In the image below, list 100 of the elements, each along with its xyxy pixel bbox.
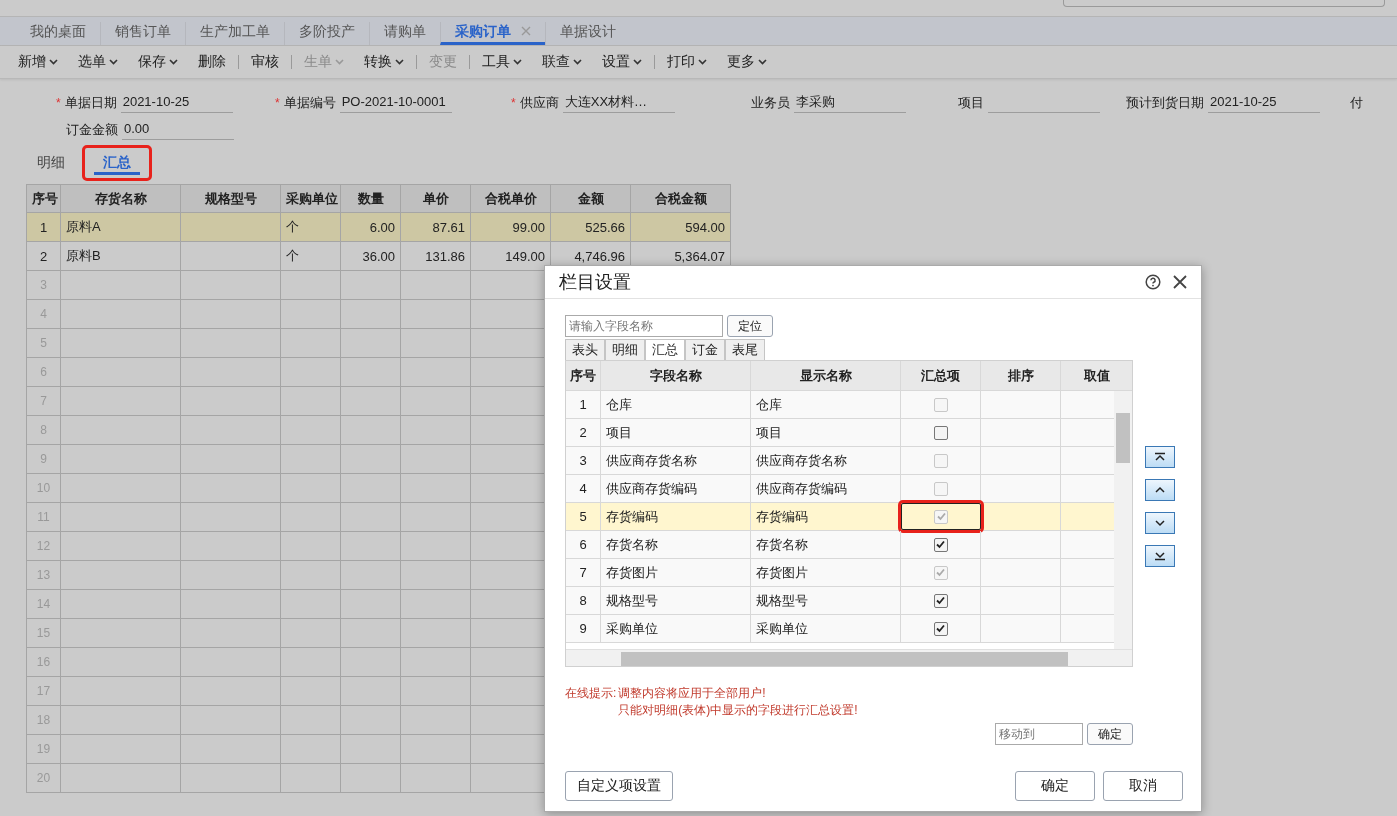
move-down-button[interactable] <box>1145 512 1175 534</box>
ok-button[interactable]: 确定 <box>1015 771 1095 801</box>
input-field[interactable]: 2021-10-25 <box>1208 92 1320 113</box>
input-field[interactable]: 2021-10-25 <box>120 92 233 113</box>
field-label: 单据日期 <box>64 93 117 112</box>
field-label: 供应商 <box>519 93 559 112</box>
caret-icon <box>573 59 582 65</box>
table-cell: 项目 <box>601 419 751 446</box>
move-top-button[interactable] <box>1145 446 1175 468</box>
section-tab[interactable]: 明细 <box>26 145 76 181</box>
column-header: 合税金额 <box>630 184 731 213</box>
field-label: 业务员 <box>750 93 790 112</box>
toolbar-button[interactable]: 转换 <box>364 53 404 71</box>
move-up-button[interactable] <box>1145 479 1175 501</box>
table-cell: 项目 <box>751 419 901 446</box>
help-icon[interactable] <box>1145 274 1161 290</box>
row-number: 9 <box>566 615 601 642</box>
row-number: 1 <box>26 212 61 242</box>
input-field[interactable]: 李采购 <box>793 92 906 113</box>
chevron-down-icon <box>1153 518 1167 528</box>
page-tab[interactable]: 我的桌面 <box>18 22 100 45</box>
table-cell: 87.61 <box>400 212 471 242</box>
column-header: 取值 <box>1082 366 1111 385</box>
table-cell: 仓库 <box>601 391 751 418</box>
caret-icon <box>633 59 642 65</box>
page-tab[interactable]: 单据设计 <box>545 22 630 45</box>
page-tab[interactable]: 销售订单 <box>100 22 185 45</box>
toolbar-button[interactable]: 打印 <box>667 53 707 71</box>
cancel-button[interactable]: 取消 <box>1103 771 1183 801</box>
input-field[interactable]: 0.00 <box>122 119 234 140</box>
page-tab[interactable]: 生产加工单 <box>185 22 284 45</box>
settings-tab[interactable]: 汇总 <box>645 339 685 360</box>
confirm-move-button[interactable]: 确定 <box>1087 723 1133 745</box>
settings-tab[interactable]: 订金 <box>685 339 725 360</box>
table-cell: 原料B <box>60 241 181 271</box>
move-to-field[interactable]: 移动到 <box>995 723 1083 745</box>
required-asterisk: * <box>275 95 280 110</box>
toolbar-button[interactable]: 设置 <box>602 53 642 71</box>
table-cell: 99.00 <box>470 212 551 242</box>
move-bottom-button[interactable] <box>1145 545 1175 567</box>
input-field[interactable]: 大连XX材料… <box>562 92 675 113</box>
column-header: 单价 <box>400 184 471 213</box>
close-icon[interactable] <box>1173 275 1187 289</box>
section-tab[interactable]: 汇总 <box>82 145 152 181</box>
checkbox[interactable] <box>933 537 948 552</box>
table-cell: 规格型号 <box>751 587 901 614</box>
table-cell: 存货图片 <box>601 559 751 586</box>
table-cell: 存货编码 <box>751 503 901 530</box>
search-field[interactable] <box>1063 0 1385 7</box>
caret-icon <box>513 59 522 65</box>
locate-button[interactable]: 定位 <box>727 315 773 337</box>
checkbox[interactable] <box>933 425 948 440</box>
column-header: 规格型号 <box>180 184 281 213</box>
page-tab[interactable]: 请购单 <box>369 22 440 45</box>
column-header: 采购单位 <box>280 184 341 213</box>
settings-tab[interactable]: 明细 <box>605 339 645 360</box>
toolbar-button[interactable]: 保存 <box>138 53 178 71</box>
caret-icon <box>169 59 178 65</box>
column-header: 序号 <box>566 361 601 390</box>
field-label: 预计到货日期 <box>1126 93 1204 112</box>
settings-tab[interactable]: 表尾 <box>725 339 765 360</box>
toolbar-button[interactable]: 删除 <box>198 53 226 71</box>
table-cell: 供应商存货编码 <box>601 475 751 502</box>
row-number: 1 <box>566 391 601 418</box>
checkbox[interactable] <box>933 621 948 636</box>
toolbar-button[interactable]: 选单 <box>78 53 118 71</box>
chevron-up-icon <box>1153 485 1167 495</box>
toolbar-button[interactable]: 新增 <box>18 53 58 71</box>
caret-icon <box>758 59 767 65</box>
caret-icon <box>335 59 344 65</box>
table-cell: 个 <box>280 212 341 242</box>
toolbar-button[interactable]: 联查 <box>542 53 582 71</box>
row-number: 4 <box>566 475 601 502</box>
column-header: 显示名称 <box>751 361 901 390</box>
column-header: 数量 <box>340 184 401 213</box>
row-number: 7 <box>566 559 601 586</box>
toolbar-button[interactable]: 更多 <box>727 53 767 71</box>
search-field[interactable]: 请输入字段名称 <box>565 315 723 337</box>
table-cell: 供应商存货编码 <box>751 475 901 502</box>
table-cell: 原料A <box>60 212 181 242</box>
toolbar-button[interactable]: 审核 <box>251 53 279 71</box>
toolbar-button[interactable]: 工具 <box>482 53 522 71</box>
row-number: 3 <box>566 447 601 474</box>
custom-fields-button[interactable]: 自定义项设置 <box>565 771 673 801</box>
table-cell: 594.00 <box>630 212 731 242</box>
table-cell: 存货名称 <box>751 531 901 558</box>
settings-tab[interactable]: 表头 <box>565 339 605 360</box>
scrollbar[interactable] <box>566 649 1132 666</box>
caret-icon <box>698 59 707 65</box>
required-asterisk: * <box>56 95 61 110</box>
row-number: 2 <box>26 241 61 271</box>
input-field[interactable]: PO-2021-10-0001 <box>339 92 452 113</box>
checkbox[interactable] <box>933 593 948 608</box>
table-cell: 个 <box>280 241 341 271</box>
page-tab[interactable]: 多阶投产 <box>284 22 369 45</box>
to-top-icon <box>1153 452 1167 462</box>
hint-text: 只能对明细(表体)中显示的字段进行汇总设置! <box>618 702 858 719</box>
caret-icon <box>49 59 58 65</box>
scrollbar[interactable] <box>1114 391 1132 649</box>
table-cell: 36.00 <box>340 241 401 271</box>
